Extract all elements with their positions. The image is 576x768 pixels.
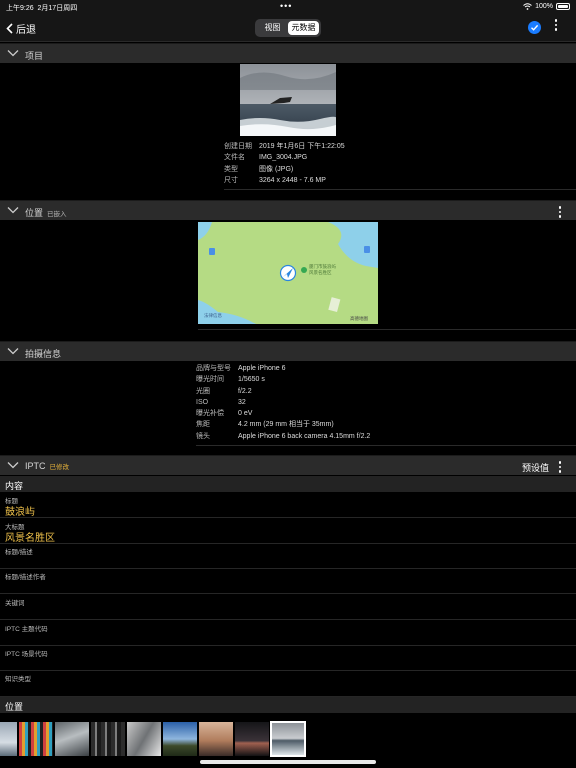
info-row: ISO 32 xyxy=(196,398,246,406)
chevron-down-icon xyxy=(7,462,19,469)
status-bar: 上午9:26 2月17日周四 ••• 100% xyxy=(0,0,576,14)
preset-button[interactable]: 预设值 xyxy=(522,461,549,474)
iptc-group-location: 位置 xyxy=(0,697,576,713)
back-button[interactable]: 后退 xyxy=(6,21,36,36)
map-poi-label: 厦门市鼓浪屿 风景名胜区 xyxy=(309,264,336,275)
home-indicator xyxy=(200,760,376,764)
info-row: 创建日期 2019 年1月6日 下午1:22:05 xyxy=(224,143,345,150)
view-mode-segment[interactable]: 视图 元数据 xyxy=(255,19,321,37)
iptc-field-caption-writer[interactable]: 标题/描述作者 xyxy=(0,569,576,594)
back-label: 后退 xyxy=(16,25,36,36)
select-check-icon[interactable] xyxy=(528,21,541,34)
info-row: 文件名 IMG_3004.JPG xyxy=(224,154,308,162)
iptc-field-title[interactable]: 标题 鼓浪屿 xyxy=(0,492,576,518)
info-row: 品牌与型号 Apple iPhone 6 xyxy=(196,365,286,372)
iptc-field-scene-code[interactable]: IPTC 场景代码 xyxy=(0,646,576,671)
filmstrip-thumbnail-selected[interactable] xyxy=(270,721,306,757)
nav-bar: 后退 视图 元数据 xyxy=(0,14,576,42)
section-title: 项目 xyxy=(25,51,44,61)
filmstrip-thumbnail[interactable] xyxy=(91,722,125,756)
iptc-field-caption[interactable]: 标题/描述 xyxy=(0,544,576,569)
item-info-table: 创建日期 2019 年1月6日 下午1:22:05 文件名 IMG_3004.JPG… xyxy=(224,141,345,186)
filmstrip-thumbnail[interactable] xyxy=(199,722,233,756)
info-row: 光圈 f/2.2 xyxy=(196,387,252,395)
filmstrip-thumbnail[interactable] xyxy=(19,722,53,756)
iptc-field-headline[interactable]: 大标题 风景名胜区 xyxy=(0,518,576,544)
iptc-field-subject-code[interactable]: IPTC 主题代码 xyxy=(0,620,576,646)
location-map[interactable]: 厦门市鼓浪屿 风景名胜区 法律信息 高德地图 xyxy=(198,222,378,324)
info-row: 尺寸 3264 x 2448 - 7.6 MP xyxy=(224,176,326,184)
divider xyxy=(198,329,576,330)
section-title: IPTC xyxy=(25,461,46,471)
filmstrip-thumbnail[interactable] xyxy=(235,722,269,756)
battery-icon xyxy=(556,3,570,10)
chevron-left-icon xyxy=(6,23,13,34)
info-row: 曝光时间 1/5650 s xyxy=(196,376,265,384)
map-legal-link[interactable]: 法律信息 xyxy=(204,313,222,319)
map-provider-label: 高德地图 xyxy=(350,316,368,321)
status-time: 上午9:26 2月17日周四 xyxy=(6,5,78,12)
tab-view[interactable]: 视图 xyxy=(257,21,288,35)
info-row: 曝光补偿 0 eV xyxy=(196,410,253,418)
more-options-icon[interactable] xyxy=(552,19,560,31)
filmstrip-thumbnail[interactable] xyxy=(163,722,197,756)
tab-metadata[interactable]: 元数据 xyxy=(288,21,319,35)
section-item-header[interactable]: 项目 xyxy=(0,43,576,63)
iptc-field-genre[interactable]: 知识类型 xyxy=(0,671,576,697)
info-row: 类型 图像 (JPG) xyxy=(224,165,294,173)
iptc-group-content: 内容 xyxy=(0,476,576,492)
info-row: 镜头 Apple iPhone 6 back camera 4.15mm f/2.… xyxy=(196,432,371,440)
section-title: 位置 xyxy=(25,208,44,218)
location-more-icon[interactable] xyxy=(556,206,564,218)
section-iptc-header[interactable]: IPTC 已修改 预设值 xyxy=(0,455,576,475)
shooting-info-table: 品牌与型号 Apple iPhone 6 曝光时间 1/5650 s 光圈 f/2.2… xyxy=(196,363,370,442)
section-location-header[interactable]: 位置 已嵌入 xyxy=(0,200,576,220)
divider xyxy=(196,445,576,446)
filmstrip-thumbnail[interactable] xyxy=(127,722,161,756)
section-title: 拍摄信息 xyxy=(25,349,62,359)
filmstrip-thumbnail[interactable] xyxy=(55,722,89,756)
section-shooting-header[interactable]: 拍摄信息 xyxy=(0,341,576,361)
multitasking-dots-icon[interactable]: ••• xyxy=(280,1,292,11)
chevron-down-icon xyxy=(7,50,19,57)
modified-badge: 已修改 xyxy=(49,464,70,471)
chevron-down-icon xyxy=(7,348,19,355)
divider xyxy=(224,189,576,190)
photo-thumbnail[interactable] xyxy=(240,64,336,136)
wifi-icon xyxy=(523,3,532,10)
chevron-down-icon xyxy=(7,207,19,214)
filmstrip-thumbnail[interactable] xyxy=(0,722,17,756)
battery-percent: 100% xyxy=(535,3,553,10)
embedded-badge: 已嵌入 xyxy=(47,211,67,218)
iptc-field-keywords[interactable]: 关键词 xyxy=(0,594,576,620)
info-row: 焦距 4.2 mm (29 mm 相当于 35mm) xyxy=(196,421,334,429)
iptc-more-icon[interactable] xyxy=(556,461,564,473)
